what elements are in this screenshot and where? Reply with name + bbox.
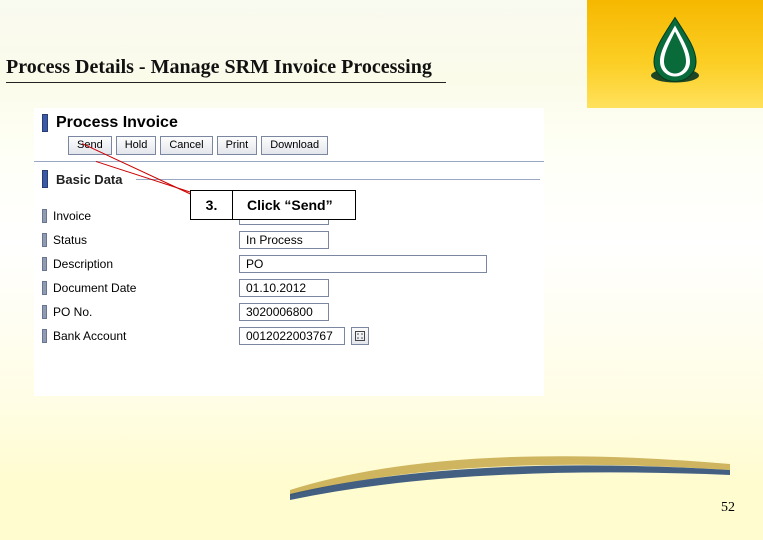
section-title: Basic Data	[56, 172, 122, 187]
bank-account-lookup-icon[interactable]	[351, 327, 369, 345]
field-row-status: Status In Process	[34, 228, 544, 252]
field-bar-icon	[42, 209, 47, 223]
field-row-bank-account: Bank Account 0012022003767	[34, 324, 544, 348]
value-description[interactable]: PO	[239, 255, 487, 273]
hold-button[interactable]: Hold	[116, 136, 157, 155]
swoosh-decoration-icon	[290, 430, 730, 510]
field-bar-icon	[42, 281, 47, 295]
panel-title: Process Invoice	[56, 114, 178, 132]
field-bar-icon	[42, 329, 47, 343]
field-bar-icon	[42, 257, 47, 271]
value-document-date[interactable]: 01.10.2012	[239, 279, 329, 297]
label-document-date: Document Date	[53, 281, 233, 295]
field-bar-icon	[42, 233, 47, 247]
value-po-no[interactable]: 3020006800	[239, 303, 329, 321]
toolbar: Send Hold Cancel Print Download	[34, 134, 544, 162]
panel-title-row: Process Invoice	[34, 108, 544, 134]
field-row-po-no: PO No. 3020006800	[34, 300, 544, 324]
section-bar-icon	[42, 170, 48, 188]
callout-box: 3. Click “Send”	[190, 190, 356, 220]
label-status: Status	[53, 233, 233, 247]
app-screenshot: Process Invoice Send Hold Cancel Print D…	[34, 108, 544, 396]
slide-header: Process Details - Manage SRM Invoice Pro…	[0, 0, 763, 110]
page-number: 52	[721, 500, 735, 516]
label-po-no: PO No.	[53, 305, 233, 319]
field-row-document-date: Document Date 01.10.2012	[34, 276, 544, 300]
callout-text: Click “Send”	[233, 191, 355, 219]
value-bank-account[interactable]: 0012022003767	[239, 327, 345, 345]
slide-title: Process Details - Manage SRM Invoice Pro…	[6, 56, 432, 79]
print-button[interactable]: Print	[217, 136, 258, 155]
title-underline	[6, 82, 446, 83]
field-bar-icon	[42, 305, 47, 319]
download-button[interactable]: Download	[261, 136, 328, 155]
cancel-button[interactable]: Cancel	[160, 136, 212, 155]
field-row-description: Description PO	[34, 252, 544, 276]
petronas-logo-icon	[648, 16, 702, 86]
label-bank-account: Bank Account	[53, 329, 233, 343]
logo-block	[587, 0, 763, 108]
label-description: Description	[53, 257, 233, 271]
section-divider	[136, 179, 540, 180]
send-button[interactable]: Send	[68, 136, 112, 155]
value-status[interactable]: In Process	[239, 231, 329, 249]
panel-bar-icon	[42, 114, 48, 132]
callout-step-number: 3.	[191, 191, 233, 219]
